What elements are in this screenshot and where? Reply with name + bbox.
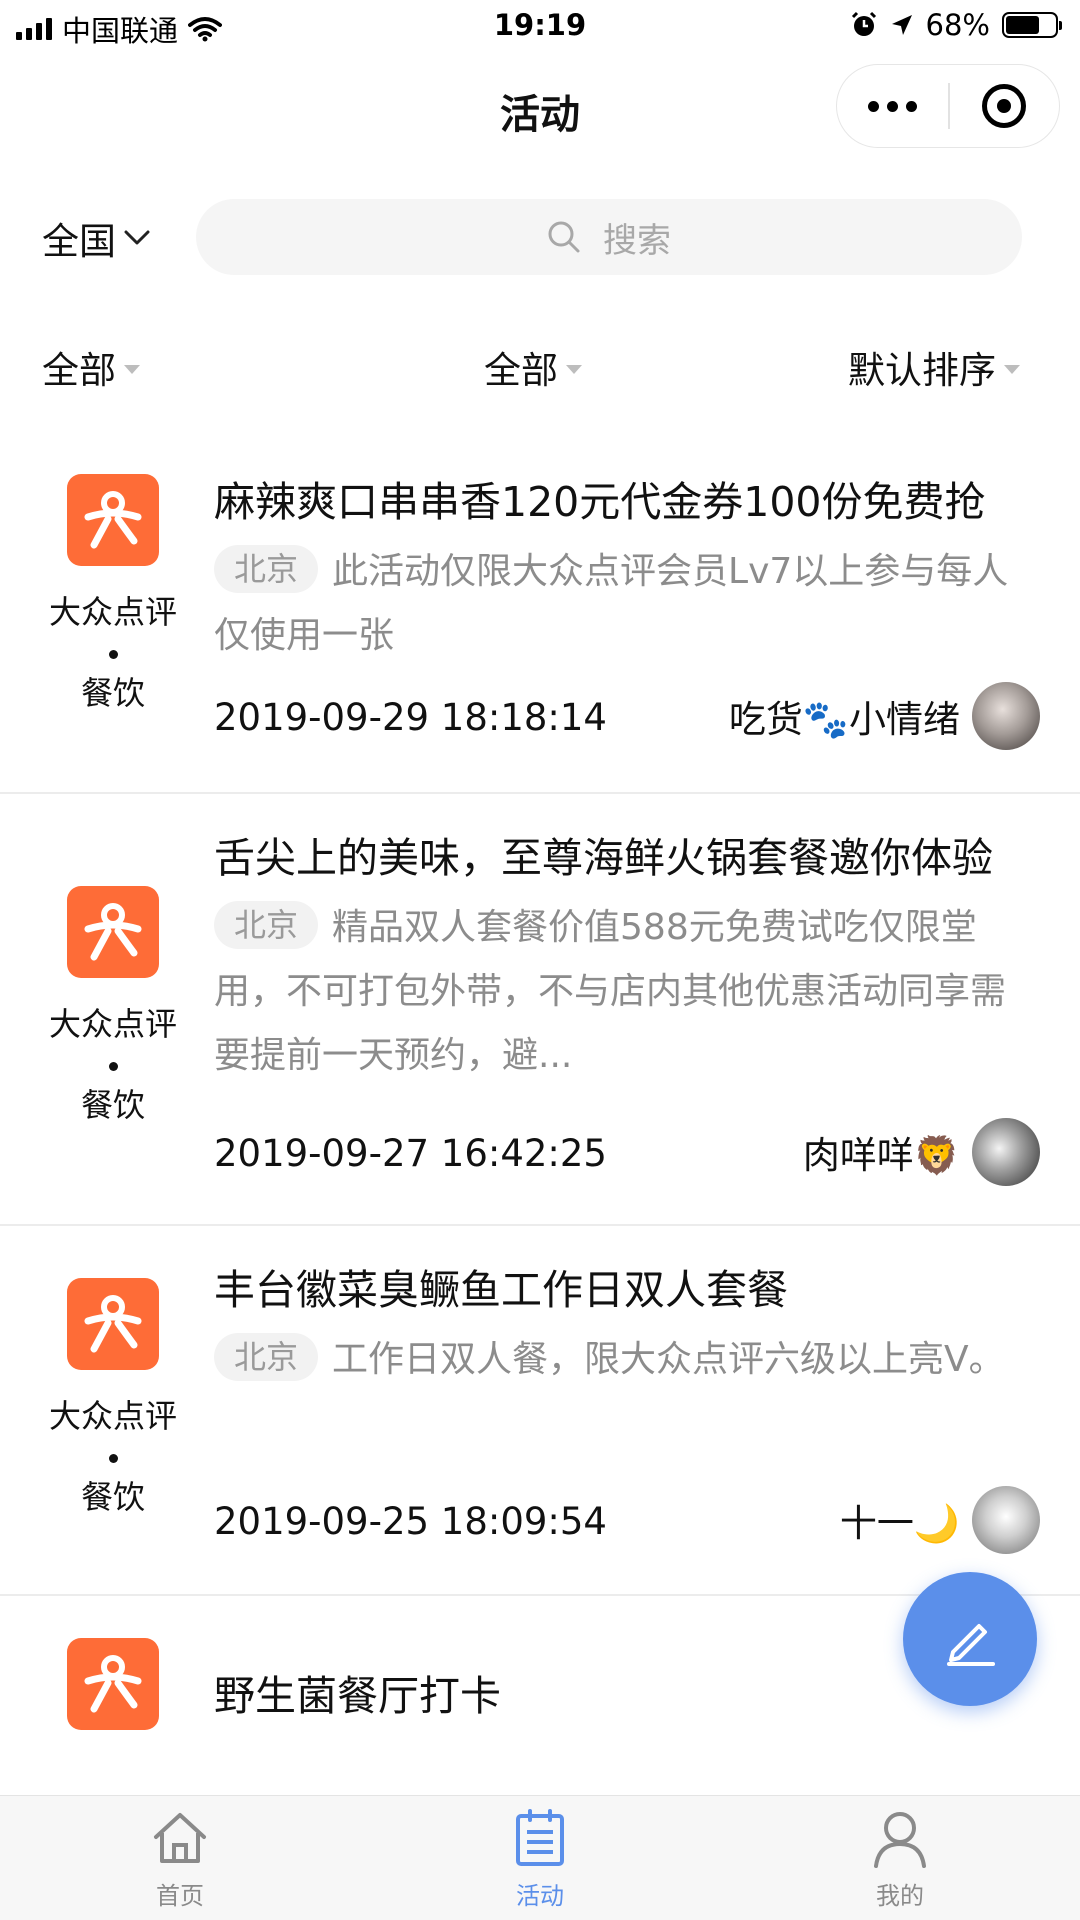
bullet-dot (108, 650, 118, 659)
user-name: 十一🌙 (839, 1502, 960, 1545)
filter-sort[interactable]: 默认排序 (848, 340, 1020, 394)
item-date: 2019-09-27 16:42:25 (214, 1132, 607, 1175)
location-tag: 北京 (214, 1333, 319, 1381)
caret-down-icon (1004, 364, 1020, 374)
filter-category-label: 全部 (484, 349, 558, 392)
region-selector[interactable]: 全国 (42, 211, 152, 265)
item-content: 麻辣爽口串串香120元代金券100份免费抢 北京 此活动仅限大众点评会员Lv7以上… (214, 470, 1040, 668)
dianping-logo-icon (67, 1278, 159, 1370)
avatar[interactable] (972, 1486, 1040, 1554)
close-miniprogram-icon[interactable] (950, 64, 1059, 148)
region-label: 全国 (42, 220, 116, 263)
avatar[interactable] (972, 1118, 1040, 1186)
list-item[interactable]: 大众点评 餐饮 丰台徽菜臭鳜鱼工作日双人套餐 北京 工作日双人餐，限大众点评六级以… (0, 1226, 1080, 1596)
search-icon (548, 221, 580, 253)
item-user[interactable]: 肉咩咩🦁 (803, 1118, 1040, 1186)
category-label: 餐饮 (80, 1086, 145, 1124)
tab-bar: 首页 活动 我的 (0, 1795, 1080, 1920)
item-date: 2019-09-25 18:09:54 (214, 1500, 607, 1543)
item-user[interactable]: 十一🌙 (840, 1486, 1040, 1554)
chevron-down-icon (124, 230, 150, 245)
item-desc: 北京 精品双人套餐价值588元免费试吃仅限堂用，不可打包外带，不与店内其他优惠活动… (214, 896, 1040, 1088)
item-desc-text: 此活动仅限大众点评会员Lv7以上参与每人仅使用一张 (214, 551, 1009, 656)
tab-mine[interactable]: 我的 (800, 1806, 1000, 1911)
status-right: 68% (850, 8, 1062, 42)
source-column: 大众点评 餐饮 (0, 1278, 226, 1517)
tab-activity[interactable]: 活动 (440, 1806, 640, 1911)
source-column: 大众点评 餐饮 (0, 886, 226, 1125)
source-label: 大众点评 (48, 1005, 177, 1043)
item-content: 舌尖上的美味，至尊海鲜火锅套餐邀你体验 北京 精品双人套餐价值588元免费试吃仅限… (214, 826, 1040, 1088)
source-label: 大众点评 (48, 1397, 177, 1435)
location-tag: 北京 (214, 545, 319, 593)
battery-icon (1002, 12, 1062, 38)
source-column: 大众点评 餐饮 (0, 474, 226, 713)
item-user[interactable]: 吃货🐾小情绪 (729, 682, 1040, 750)
item-title: 舌尖上的美味，至尊海鲜火锅套餐邀你体验 (214, 834, 993, 882)
bullet-dot (108, 1454, 118, 1463)
status-bar: 中国联通 19:19 68% (0, 0, 1080, 54)
item-meta: 2019-09-29 18:18:14 吃货🐾小情绪 (214, 682, 1040, 752)
user-name: 吃货🐾小情绪 (728, 698, 960, 741)
edit-fab-button[interactable] (903, 1572, 1037, 1706)
list-item[interactable]: 大众点评 餐饮 麻辣爽口串串香120元代金券100份免费抢 北京 此活动仅限大众点… (0, 440, 1080, 794)
dianping-logo-icon (67, 886, 159, 978)
caret-down-icon (124, 364, 140, 374)
list-item[interactable]: 大众点评 餐饮 舌尖上的美味，至尊海鲜火锅套餐邀你体验 北京 精品双人套餐价值58… (0, 794, 1080, 1226)
bullet-dot (108, 1062, 118, 1071)
filter-sort-label: 默认排序 (848, 349, 996, 392)
source-label: 大众点评 (48, 593, 177, 631)
user-icon (874, 1812, 926, 1868)
filter-area-label: 全部 (42, 349, 116, 392)
location-tag: 北京 (214, 901, 319, 949)
category-label: 餐饮 (80, 674, 145, 712)
dianping-logo-icon (67, 1638, 159, 1730)
item-meta: 2019-09-25 18:09:54 十一🌙 (214, 1486, 1040, 1556)
search-input[interactable]: 搜索 (196, 199, 1022, 275)
filter-area[interactable]: 全部 (42, 340, 140, 394)
search-row: 全国 搜索 (0, 195, 1080, 277)
category-label: 餐饮 (80, 1478, 145, 1516)
filter-category[interactable]: 全部 (484, 340, 582, 394)
item-title: 丰台徽菜臭鳜鱼工作日双人套餐 (214, 1266, 788, 1314)
dianping-logo-icon (67, 474, 159, 566)
item-date: 2019-09-29 18:18:14 (214, 696, 607, 739)
tab-mine-label: 我的 (876, 1882, 924, 1910)
source-column (0, 1638, 226, 1730)
alarm-icon (851, 11, 876, 36)
search-placeholder: 搜索 (603, 220, 671, 261)
tab-activity-label: 活动 (516, 1882, 564, 1910)
tab-home-label: 首页 (156, 1882, 204, 1910)
item-desc: 北京 工作日双人餐，限大众点评六级以上亮V。 (214, 1328, 1040, 1392)
item-meta: 2019-09-27 16:42:25 肉咩咩🦁 (214, 1118, 1040, 1188)
item-desc-text: 精品双人套餐价值588元免费试吃仅限堂用，不可打包外带，不与店内其他优惠活动同享… (214, 907, 1007, 1076)
calendar-list-icon (516, 1809, 564, 1866)
miniprogram-capsule (836, 64, 1060, 148)
user-name: 肉咩咩🦁 (802, 1134, 960, 1177)
item-desc-text: 工作日双人餐，限大众点评六级以上亮V。 (332, 1339, 1005, 1380)
filter-row: 全部 全部 默认排序 (0, 340, 1080, 392)
battery-percent: 68% (925, 8, 990, 42)
item-title: 麻辣爽口串串香120元代金券100份免费抢 (214, 478, 986, 526)
tab-home[interactable]: 首页 (80, 1806, 280, 1911)
location-arrow-icon (891, 15, 912, 35)
item-desc: 北京 此活动仅限大众点评会员Lv7以上参与每人仅使用一张 (214, 540, 1040, 668)
nav-bar: 活动 (0, 54, 1080, 158)
item-content: 丰台徽菜臭鳜鱼工作日双人套餐 北京 工作日双人餐，限大众点评六级以上亮V。 (214, 1258, 1040, 1392)
more-icon[interactable] (837, 64, 948, 148)
edit-pen-icon (947, 1624, 995, 1666)
caret-down-icon (566, 364, 582, 374)
home-icon (154, 1813, 206, 1863)
avatar[interactable] (972, 682, 1040, 750)
